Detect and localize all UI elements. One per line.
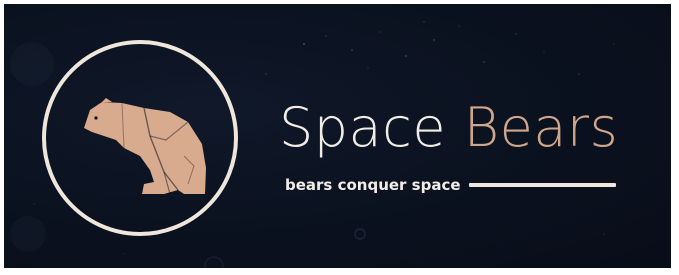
polar-bear-icon (84, 98, 206, 195)
tagline-underline (468, 183, 616, 187)
brand-word-space: Space (279, 96, 447, 159)
brand-name: Space Bears (279, 96, 618, 160)
emblem-ring (42, 40, 238, 236)
brand-word-bears: Bears (463, 96, 619, 159)
tagline: bears conquer space (285, 176, 616, 194)
tagline-text: bears conquer space (285, 176, 461, 194)
logo-banner: Space Bears bears conquer space (4, 4, 671, 268)
